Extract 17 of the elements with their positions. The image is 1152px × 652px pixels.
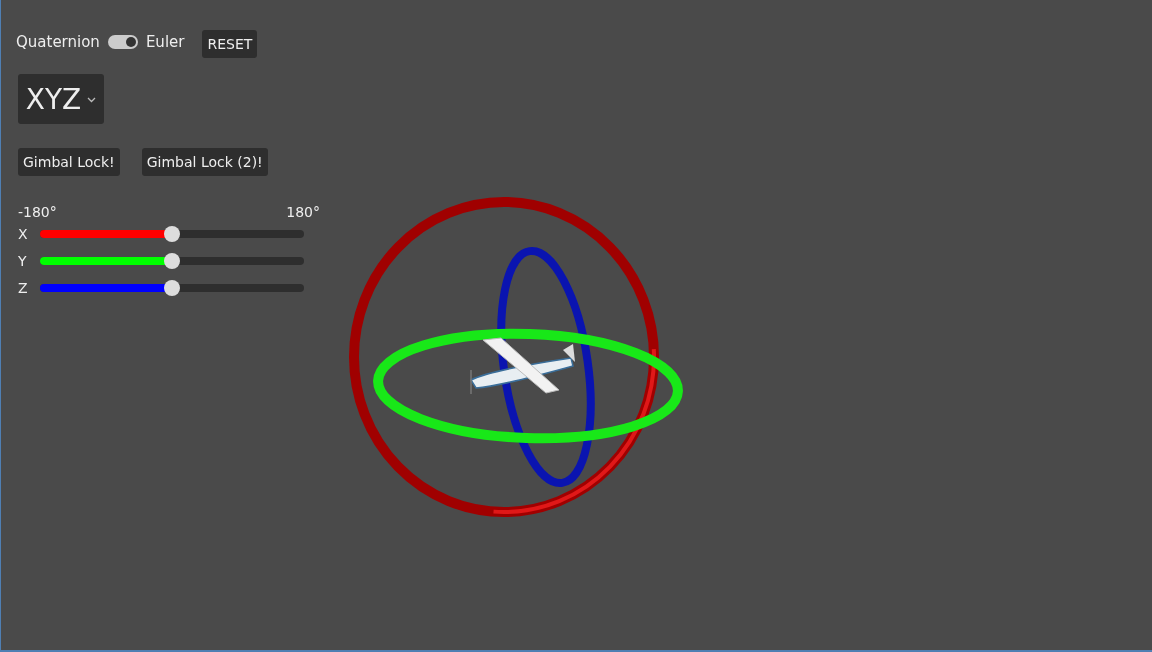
chevron-down-icon [87,97,97,103]
axis-label: Z [18,279,29,296]
order-value: XYZ [25,82,82,116]
mode-toggle[interactable] [107,35,138,49]
axis-label: Y [18,252,28,269]
order-dropdown[interactable]: XYZ [18,74,104,124]
gimbal-lock-button[interactable]: Gimbal Lock! [18,148,120,176]
reset-button[interactable]: RESET [202,30,258,58]
slider-thumb[interactable] [164,252,180,269]
axis-label: X [18,225,29,242]
gimbal-lock-button[interactable]: Gimbal Lock (2)! [141,148,268,176]
euler-label: Euler [145,33,185,51]
quaternion-label: Quaternion [16,33,100,51]
min-label: -180° [18,204,57,220]
max-label: 180° [286,204,320,220]
slider-thumb[interactable] [164,279,180,296]
slider-thumb[interactable] [164,225,180,242]
